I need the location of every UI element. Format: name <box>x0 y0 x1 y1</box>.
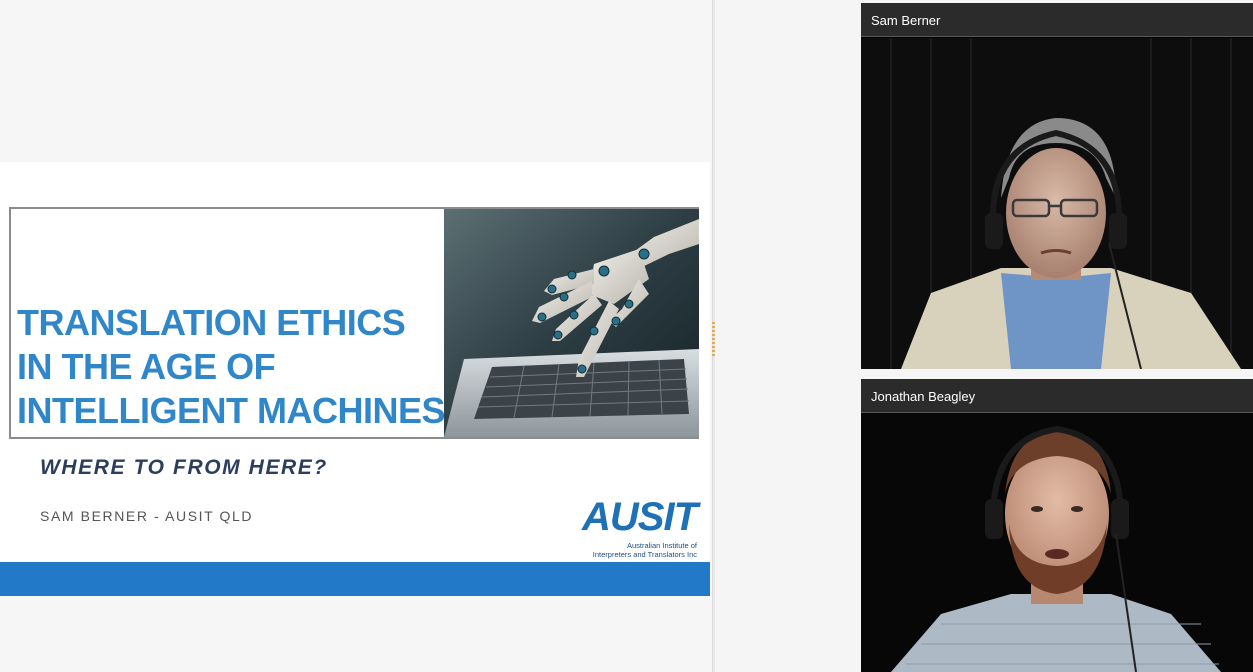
participant-name-bar: Jonathan Beagley <box>861 379 1253 413</box>
slide-title-line: IN THE AGE OF <box>17 346 276 387</box>
slide-title-line: TRANSLATION ETHICS <box>17 302 406 343</box>
participant-tile[interactable]: Sam Berner <box>861 3 1253 369</box>
participant-gallery: Sam Berner Jonathan Beagley <box>715 0 1253 672</box>
ausit-logo-line1: Australian Institute of <box>626 541 697 550</box>
participant-tile[interactable]: Jonathan Beagley <box>861 379 1253 672</box>
participant-video-feed <box>861 414 1253 672</box>
slide-title-box: TRANSLATION ETHICS IN THE AGE OF INTELLI… <box>9 207 699 439</box>
ausit-logo-line2: Interpreters and Translators Inc <box>592 550 697 559</box>
video-meeting-window: TRANSLATION ETHICS IN THE AGE OF INTELLI… <box>0 0 1253 672</box>
participant-video <box>861 414 1253 672</box>
robot-hand-laptop-image <box>444 209 699 437</box>
participant-video-feed <box>861 38 1253 369</box>
participant-video <box>861 38 1253 369</box>
participant-name: Jonathan Beagley <box>871 389 976 404</box>
slide-author: SAM BERNER - AUSIT QLD <box>40 508 254 524</box>
slide-title: TRANSLATION ETHICS IN THE AGE OF INTELLI… <box>17 301 447 433</box>
participant-name: Sam Berner <box>871 13 941 28</box>
robot-hand-laptop-svg <box>444 209 699 437</box>
slide-subtitle: WHERE TO FROM HERE? <box>40 456 328 479</box>
participant-name-bar: Sam Berner <box>861 3 1253 37</box>
presentation-slide: TRANSLATION ETHICS IN THE AGE OF INTELLI… <box>0 162 710 596</box>
shared-screen-area: TRANSLATION ETHICS IN THE AGE OF INTELLI… <box>0 0 712 672</box>
ausit-logo-wordmark: AUSIT <box>582 495 698 539</box>
ausit-logo: AUSIT Australian Institute of Interprete… <box>566 497 701 562</box>
slide-footer-bar <box>0 562 710 596</box>
slide-title-line: INTELLIGENT MACHINES <box>17 390 446 431</box>
